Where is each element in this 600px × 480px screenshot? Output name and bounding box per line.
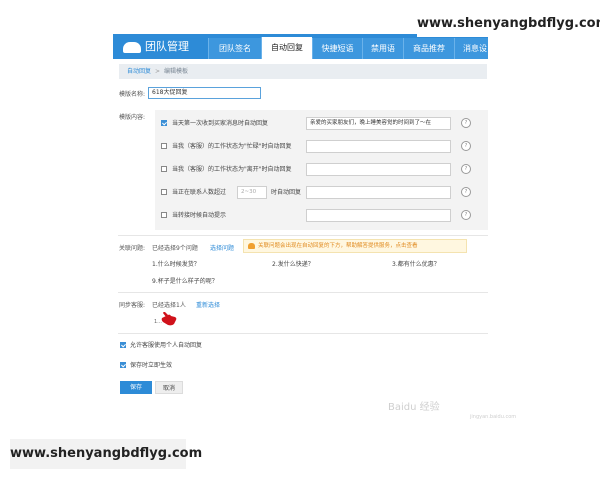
help-icon[interactable]: ? (461, 118, 471, 128)
effective-on-save-label: 保存时立即生效 (130, 362, 173, 369)
option-contact-limit-label: 当正在联系人数超过 (172, 189, 227, 196)
option-away: 当我（客服）的工作状态为"离开"时自动回复 ? (161, 163, 481, 177)
option-transfer-label: 当转接时候自动提示 (172, 212, 227, 219)
option-transfer: 当转接时候自动提示 ? (161, 209, 481, 223)
notice-speaker-icon (248, 242, 255, 249)
allow-personal-reply-label: 允许客服使用个人自动回复 (130, 342, 203, 349)
notice-text: 关联问题会出现在自动回复的下方，帮助解答提供服务，点击查看 (258, 243, 418, 249)
select-questions-link[interactable]: 选择问题 (210, 243, 234, 252)
tab-banned-words[interactable]: 禁用语 (362, 38, 403, 59)
app-logo: 团队管理 (123, 37, 213, 57)
tab-quick-phrases[interactable]: 快捷短语 (312, 38, 362, 59)
option-away-reply-field[interactable] (306, 163, 451, 176)
option-contact-limit: 当正在联系人数超过 2~30 时自动回复 ? (161, 186, 481, 200)
option-busy-reply-field[interactable] (306, 140, 451, 153)
divider (118, 235, 488, 236)
option-transfer-checkbox[interactable] (161, 212, 167, 218)
save-button[interactable]: 保存 (120, 381, 152, 394)
question-item: 1.什么时候发货？ (152, 261, 200, 268)
reply-options-panel: 当天第一次收到买家消息时自动回复 亲爱的买家朋友们，晚上睡美容觉的时间到了～在 … (155, 110, 488, 230)
tab-product-recommend[interactable]: 商品推荐 (403, 38, 454, 59)
baidu-watermark: Baidu 经验 (388, 402, 440, 413)
contact-limit-number-input[interactable]: 2~30 (237, 186, 267, 199)
effective-on-save-checkbox[interactable] (120, 362, 126, 368)
option-first-message-checkbox[interactable] (161, 120, 167, 126)
template-content-label: 模版内容: (119, 114, 146, 121)
option-busy: 当我（客服）的工作状态为"忙碌"时自动回复 ? (161, 140, 481, 154)
template-name-input[interactable]: 618大促回复 (148, 87, 261, 99)
template-name-label: 模版名称: (119, 91, 146, 98)
hand-pointer-icon (161, 312, 177, 326)
help-icon[interactable]: ? (461, 187, 471, 197)
divider (118, 333, 488, 334)
option-away-checkbox[interactable] (161, 166, 167, 172)
site-watermark-top: www.shenyangbdflyg.com (417, 11, 600, 37)
breadcrumb: 自动回复 > 编辑模板 (119, 64, 487, 79)
related-questions-notice: 关联问题会出现在自动回复的下方，帮助解答提供服务，点击查看 (243, 239, 467, 253)
option-busy-checkbox[interactable] (161, 143, 167, 149)
option-contact-limit-reply-field[interactable] (306, 186, 451, 199)
related-questions-label: 关联问题: (119, 245, 146, 252)
tab-message-settings[interactable]: 消息设 (454, 38, 488, 59)
help-icon[interactable]: ? (461, 164, 471, 174)
site-watermark-bottom: www.shenyangbdflyg.com (10, 439, 202, 469)
option-busy-label: 当我（客服）的工作状态为"忙碌"时自动回复 (172, 143, 292, 150)
question-item: 3.都有什么优惠？ (392, 261, 440, 268)
tab-team-signature[interactable]: 团队签名 (208, 38, 261, 59)
breadcrumb-current: 编辑模板 (164, 68, 189, 75)
question-item: 9.杯子是什么样子的呢？ (152, 278, 218, 285)
cloud-icon (123, 41, 141, 53)
option-contact-limit-checkbox[interactable] (161, 189, 167, 195)
option-transfer-reply-field[interactable] (306, 209, 451, 222)
cancel-button[interactable]: 取消 (155, 381, 183, 394)
option-first-message-reply-field[interactable]: 亲爱的买家朋友们，晚上睡美容觉的时间到了～在 (306, 117, 451, 130)
screen: 团队管理 团队签名 自动回复 快捷短语 禁用语 商品推荐 消息设 自动回复 > 编辑… (0, 0, 600, 480)
option-contact-limit-suffix: 时自动回复 (271, 189, 302, 196)
divider (118, 292, 488, 293)
tab-auto-reply[interactable]: 自动回复 (261, 37, 312, 59)
option-away-label: 当我（客服）的工作状态为"离开"时自动回复 (172, 166, 292, 173)
option-first-message-label: 当天第一次收到买家消息时自动回复 (172, 120, 269, 127)
help-icon[interactable]: ? (461, 141, 471, 151)
related-questions-count: 已经选择9个问题 (152, 245, 198, 252)
sync-agents-count: 已经选择1人 (152, 302, 186, 309)
allow-personal-reply-checkbox[interactable] (120, 342, 126, 348)
question-item: 2.发什么快递？ (272, 261, 314, 268)
reselect-agents-link[interactable]: 重新选择 (196, 300, 220, 309)
top-nav: 团队管理 团队签名 自动回复 快捷短语 禁用语 商品推荐 消息设 (113, 34, 488, 59)
baidu-watermark-sub: jingyan.baidu.com (470, 414, 517, 420)
option-first-message: 当天第一次收到买家消息时自动回复 亲爱的买家朋友们，晚上睡美容觉的时间到了～在 … (161, 117, 481, 131)
sync-agents-label: 同步客服: (119, 302, 146, 309)
help-icon[interactable]: ? (461, 210, 471, 220)
logo-text: 团队管理 (145, 40, 189, 53)
breadcrumb-auto-reply[interactable]: 自动回复 (127, 68, 151, 75)
breadcrumb-separator-icon: > (155, 68, 161, 75)
